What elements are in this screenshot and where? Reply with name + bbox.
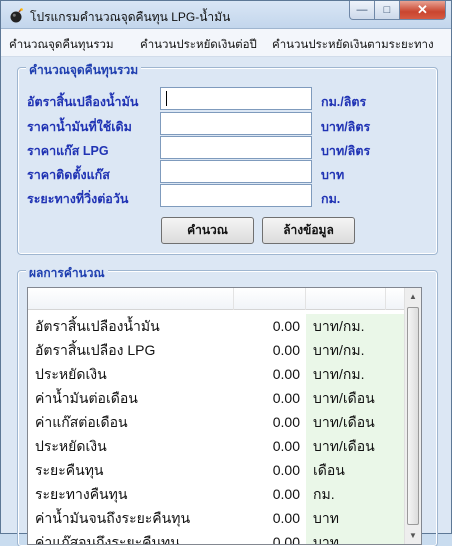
table-row[interactable]: ค่าน้ำมันต่อเดือน 0.00 บาท/เดือน <box>28 386 406 410</box>
result-unit: บาท <box>306 530 386 544</box>
result-value: 0.00 <box>272 342 300 358</box>
lpg-price-label: ราคาแก๊ส LPG <box>27 144 109 158</box>
vertical-scrollbar[interactable]: ▲ ▼ <box>404 288 421 544</box>
text-caret <box>166 91 167 106</box>
row-filler <box>386 338 406 362</box>
menu-item-payback-total[interactable]: คำนวณจุดคืนทุนรวม <box>9 36 114 54</box>
list-header <box>28 288 406 310</box>
scroll-up-icon[interactable]: ▲ <box>405 288 421 305</box>
input-group-title: คำนวณจุดคืนทุนรวม <box>26 61 142 80</box>
result-value: 0.00 <box>272 534 300 545</box>
row-filler <box>386 434 406 458</box>
result-name: ประหยัดเงิน <box>35 438 107 454</box>
table-row[interactable]: ประหยัดเงิน 0.00 บาท/กม. <box>28 362 406 386</box>
result-name: ค่าแก๊สต่อเดือน <box>35 414 128 430</box>
result-unit: เดือน <box>306 458 386 482</box>
table-row[interactable]: ค่าแก๊สจนถึงระยะคืนทุน 0.00 บาท <box>28 530 406 545</box>
install-cost-unit: บาท <box>321 168 345 182</box>
scroll-down-icon[interactable]: ▼ <box>405 527 421 544</box>
menu-item-yearly-savings[interactable]: คำนวนประหยัดเงินต่อปี <box>140 36 257 54</box>
fuel-consumption-input[interactable] <box>160 87 312 110</box>
result-value: 0.00 <box>272 366 300 382</box>
result-unit: บาท/กม. <box>306 314 386 338</box>
maximize-button[interactable]: □ <box>375 1 400 20</box>
row-filler <box>386 314 406 338</box>
row-filler <box>386 530 406 544</box>
result-group: ผลการคำนวณ อัตราสิ้นเปลืองน้ำมัน 0.00 บาท/… <box>17 264 438 546</box>
close-button[interactable]: ✕ <box>400 1 446 20</box>
bomb-icon <box>10 8 23 23</box>
column-header-unit[interactable] <box>306 288 386 310</box>
table-row[interactable]: ค่าแก๊สต่อเดือน 0.00 บาท/เดือน <box>28 410 406 434</box>
table-row[interactable]: ค่าน้ำมันจนถึงระยะคืนทุน 0.00 บาท <box>28 506 406 530</box>
result-name: ค่าแก๊สจนถึงระยะคืนทุน <box>35 534 180 545</box>
caption-buttons: — □ ✕ <box>349 1 446 20</box>
title-bar[interactable]: โปรแกรมคำนวณจุดคืนทุน LPG-น้ำมัน — □ ✕ <box>1 1 451 29</box>
result-value: 0.00 <box>272 510 300 526</box>
result-name: อัตราสิ้นเปลืองน้ำมัน <box>35 318 160 334</box>
result-unit: บาท/กม. <box>306 338 386 362</box>
result-unit: บาท/เดือน <box>306 386 386 410</box>
result-name: ระยะคืนทุน <box>35 462 104 478</box>
result-value: 0.00 <box>272 318 300 334</box>
fuel-consumption-unit: กม./ลิตร <box>321 95 367 109</box>
result-value: 0.00 <box>272 438 300 454</box>
result-unit: บาท/กม. <box>306 362 386 386</box>
scroll-thumb[interactable] <box>407 307 419 525</box>
app-window: โปรแกรมคำนวณจุดคืนทุน LPG-น้ำมัน — □ ✕ ค… <box>0 0 452 546</box>
fuel-consumption-label: อัตราสิ้นเปลืองน้ำมัน <box>27 95 139 109</box>
row-filler <box>386 386 406 410</box>
window-title: โปรแกรมคำนวณจุดคืนทุน LPG-น้ำมัน <box>30 10 231 24</box>
oil-price-input[interactable] <box>160 112 312 135</box>
table-row[interactable]: อัตราสิ้นเปลือง LPG 0.00 บาท/กม. <box>28 338 406 362</box>
clear-button[interactable]: ล้างข้อมูล <box>262 217 355 244</box>
row-filler <box>386 362 406 386</box>
calculate-button[interactable]: คำนวณ <box>161 217 254 244</box>
table-row[interactable]: ประหยัดเงิน 0.00 บาท/เดือน <box>28 434 406 458</box>
result-unit: บาท/เดือน <box>306 410 386 434</box>
lpg-price-input[interactable] <box>160 136 312 159</box>
result-name: ระยะทางคืนทุน <box>35 486 128 502</box>
column-header-name[interactable] <box>28 288 234 310</box>
result-unit: บาท/เดือน <box>306 434 386 458</box>
result-name: ค่าน้ำมันจนถึงระยะคืนทุน <box>35 510 191 526</box>
oil-price-label: ราคาน้ำมันที่ใช้เดิม <box>27 120 132 134</box>
result-value: 0.00 <box>272 486 300 502</box>
column-header-value[interactable] <box>234 288 306 310</box>
result-name: ค่าน้ำมันต่อเดือน <box>35 390 138 406</box>
table-row[interactable]: ระยะคืนทุน 0.00 เดือน <box>28 458 406 482</box>
result-unit: บาท <box>306 506 386 530</box>
row-filler <box>386 482 406 506</box>
result-name: อัตราสิ้นเปลือง LPG <box>35 342 156 358</box>
install-cost-label: ราคาติดตั้งแก๊ส <box>27 168 110 182</box>
input-group: คำนวณจุดคืนทุนรวม อัตราสิ้นเปลืองน้ำมัน … <box>17 61 438 255</box>
menu-bar: คำนวณจุดคืนทุนรวม คำนวนประหยัดเงินต่อปี … <box>1 29 451 57</box>
table-row[interactable]: อัตราสิ้นเปลืองน้ำมัน 0.00 บาท/กม. <box>28 314 406 338</box>
row-filler <box>386 506 406 530</box>
oil-price-unit: บาท/ลิตร <box>321 120 371 134</box>
table-row[interactable]: ระยะทางคืนทุน 0.00 กม. <box>28 482 406 506</box>
result-unit: กม. <box>306 482 386 506</box>
install-cost-input[interactable] <box>160 160 312 183</box>
result-value: 0.00 <box>272 462 300 478</box>
result-value: 0.00 <box>272 390 300 406</box>
daily-distance-unit: กม. <box>321 192 341 206</box>
row-filler <box>386 410 406 434</box>
result-list[interactable]: อัตราสิ้นเปลืองน้ำมัน 0.00 บาท/กม. อัตราสิ้… <box>27 287 422 545</box>
result-value: 0.00 <box>272 414 300 430</box>
daily-distance-input[interactable] <box>160 184 312 207</box>
result-name: ประหยัดเงิน <box>35 366 107 382</box>
lpg-price-unit: บาท/ลิตร <box>321 144 371 158</box>
menu-item-distance-savings[interactable]: คำนวนประหยัดเงินตามระยะทาง <box>272 36 434 54</box>
daily-distance-label: ระยะทางที่วิ่งต่อวัน <box>27 192 129 206</box>
row-filler <box>386 458 406 482</box>
minimize-button[interactable]: — <box>349 1 375 20</box>
result-group-title: ผลการคำนวณ <box>26 264 108 283</box>
